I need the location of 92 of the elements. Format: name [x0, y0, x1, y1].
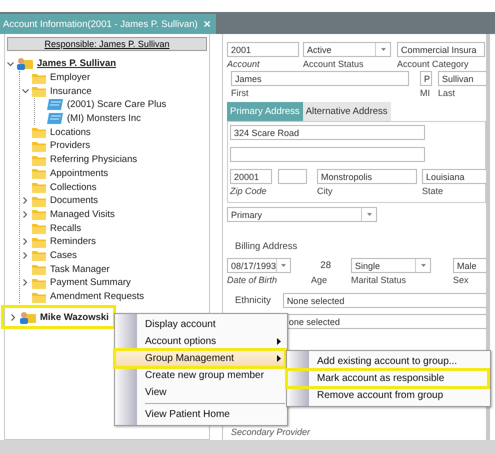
tree-item[interactable]: Managed Visits [50, 208, 115, 220]
field-label: Secondary Provider [231, 427, 310, 437]
tree-item[interactable]: James P. Sullivan [37, 58, 116, 70]
text-field[interactable]: P [420, 71, 432, 86]
tree-item[interactable]: Referring Physicians [50, 154, 138, 166]
tree-item[interactable]: Mike Wazowski [40, 312, 109, 323]
collapse-chevron-icon[interactable] [6, 62, 14, 66]
card-icon [47, 113, 63, 124]
menu-item[interactable]: Display account [115, 316, 285, 333]
text-field[interactable]: James [231, 71, 409, 86]
expand-chevron-icon[interactable] [23, 210, 27, 218]
tree-item[interactable]: Collections [50, 182, 96, 193]
tree-item[interactable]: Insurance [50, 86, 92, 97]
tree-item[interactable]: Task Manager [50, 264, 110, 275]
dropdown-arrow-icon [380, 48, 386, 51]
address-tab[interactable]: Alternative Address [302, 102, 391, 121]
tab-title: Account Information(2001 - James P. Sullivan) [3, 18, 198, 30]
dropdown-arrow-icon [281, 264, 286, 267]
menu-item[interactable]: Group Management [115, 350, 285, 367]
folder-icon [32, 85, 46, 98]
tree-item[interactable]: Providers [50, 140, 90, 152]
card-icon [47, 99, 63, 110]
expand-chevron-icon[interactable] [23, 238, 27, 246]
field-label: Billing Address [235, 241, 298, 252]
tree-item[interactable]: Employer [50, 72, 90, 84]
folder-icon [32, 290, 46, 303]
tree-item[interactable]: Cases [50, 250, 77, 261]
folder-icon [32, 181, 46, 194]
field-label: Account Status [303, 58, 365, 71]
tree-item[interactable]: Recalls [50, 222, 82, 234]
field-label: MI [420, 87, 431, 100]
tree-item[interactable]: Documents [50, 195, 98, 206]
menu-item[interactable]: Mark account as responsible [287, 370, 488, 387]
collapse-chevron-icon[interactable] [22, 89, 28, 94]
dropdown-field[interactable]: Primary [227, 207, 377, 222]
tree-item[interactable]: Payment Summary [50, 277, 131, 288]
folder-icon [32, 72, 46, 84]
field-label: First [231, 87, 250, 100]
tree-item[interactable]: Reminders [50, 236, 96, 248]
menu-item[interactable]: Remove account from group [287, 387, 488, 404]
field-label: Age [310, 274, 328, 287]
field-label: Account [227, 58, 261, 71]
dropdown-field[interactable]: 08/17/1993 [227, 258, 291, 273]
folder-icon [32, 208, 46, 220]
folder-icon [32, 167, 46, 180]
tree-item[interactable]: Locations [50, 126, 91, 138]
age-value: 28 [319, 259, 332, 273]
expand-chevron-icon[interactable] [23, 279, 27, 286]
expand-chevron-icon[interactable] [23, 197, 27, 204]
street-field[interactable] [230, 147, 425, 162]
field-label: Last [438, 87, 456, 100]
tree-item[interactable]: Appointments [50, 168, 108, 179]
field-label: Date of Birth [227, 274, 278, 287]
field-label: Ethnicity [234, 295, 272, 306]
menu-item[interactable]: Account options [115, 333, 285, 350]
street-field[interactable]: 324 Scare Road [230, 125, 425, 140]
field-label: Zip Code [230, 185, 268, 198]
field-label: City [317, 185, 334, 198]
folder-icon [32, 154, 46, 166]
text-field[interactable]: Monstropolis [317, 169, 417, 184]
expand-chevron-icon[interactable] [11, 314, 15, 321]
folder-icon [32, 222, 46, 234]
text-field[interactable]: 20001 [230, 169, 272, 184]
folder-icon [32, 126, 46, 138]
tree-item[interactable]: (MI) Monsters Inc [67, 113, 141, 124]
field-label: Marital Status [351, 274, 408, 287]
folder-icon [32, 249, 46, 262]
folder-icon [32, 276, 46, 289]
folder-icon [32, 194, 46, 207]
dropdown-field[interactable]: Single [351, 258, 431, 273]
dropdown-field[interactable]: Active [303, 42, 391, 57]
person-folder-icon [17, 57, 33, 70]
tree-item[interactable]: Amendment Requests [50, 291, 144, 302]
responsible-header: Responsible: James P. Sullivan [7, 37, 207, 51]
menu-item[interactable]: View Patient Home [115, 406, 285, 423]
text-field[interactable]: Commercial Insura [397, 42, 485, 57]
text-field[interactable]: 2001 [227, 42, 299, 57]
folder-icon [32, 236, 46, 248]
menu-item[interactable]: View [115, 384, 285, 401]
dropdown-arrow-icon [420, 264, 426, 267]
expand-chevron-icon[interactable] [23, 252, 27, 259]
menu-item[interactable]: Create new group member [115, 367, 285, 384]
field-label: Sex [453, 274, 470, 287]
menu-item[interactable]: Add existing account to group... [287, 353, 488, 370]
folder-icon [32, 263, 46, 276]
tree-item[interactable]: (2001) Scare Care Plus [67, 99, 166, 110]
folder-icon [32, 140, 46, 152]
text-field[interactable] [278, 169, 307, 184]
person-folder-icon [20, 310, 36, 324]
dropdown-arrow-icon [366, 213, 372, 216]
field-label: State [422, 185, 444, 198]
field-label: Account Category [397, 58, 470, 71]
